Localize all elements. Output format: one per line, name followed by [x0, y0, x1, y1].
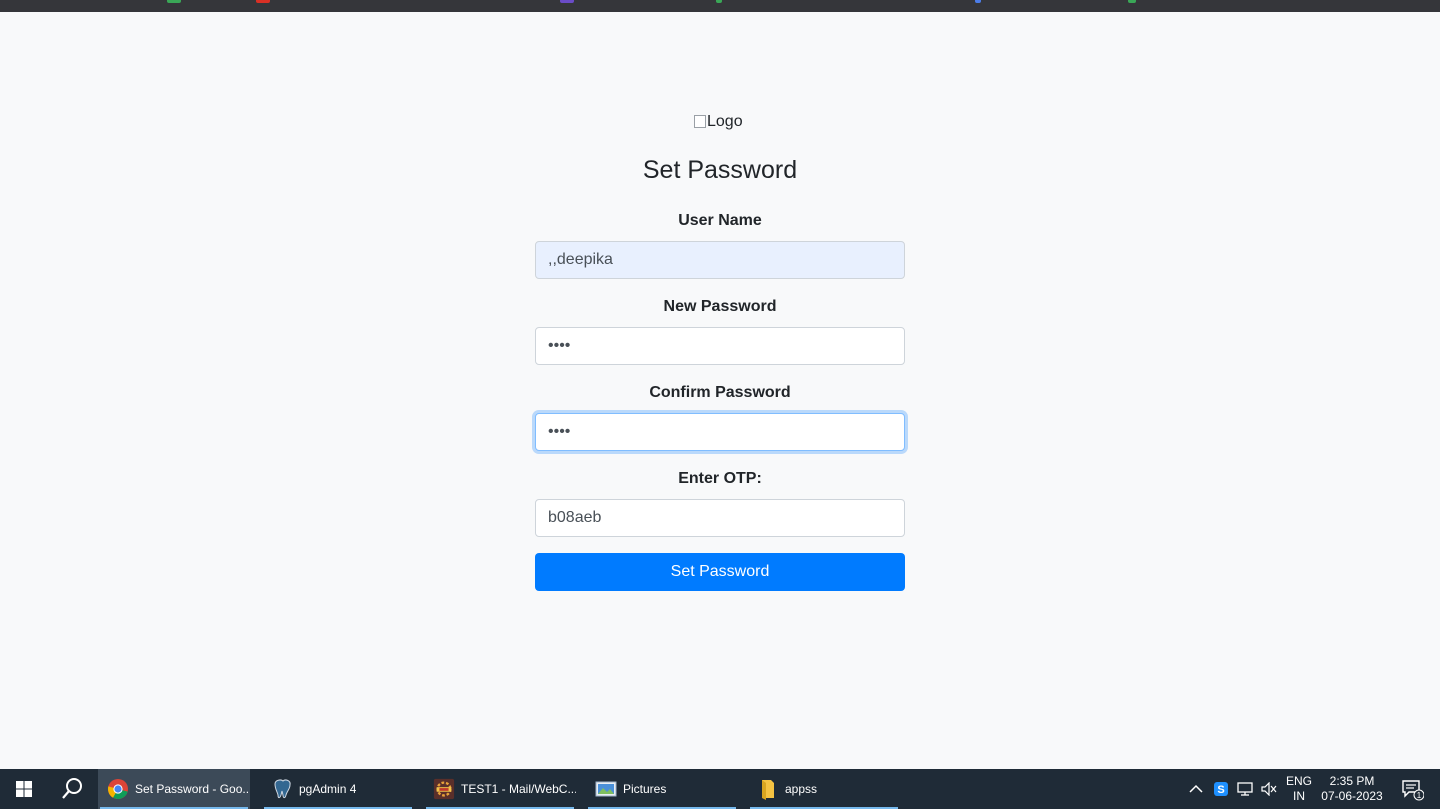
- tab-indicator-icon: [975, 0, 981, 3]
- volume-button[interactable]: [1258, 769, 1280, 809]
- confirm-password-input[interactable]: [535, 413, 905, 451]
- taskbar-app-label: pgAdmin 4: [299, 782, 357, 796]
- language-code: ENG: [1285, 774, 1312, 788]
- tab-indicator-icon: [716, 0, 722, 3]
- new-password-label: New Password: [663, 298, 777, 315]
- page-title: Set Password: [642, 156, 798, 184]
- clock-date: 07-06-2023: [1321, 789, 1383, 803]
- page-content: Logo Set Password User Name New Password…: [0, 12, 1440, 769]
- taskbar-app-label: TEST1 - Mail/WebC...: [461, 782, 576, 796]
- input-language-button[interactable]: ENG IN: [1282, 769, 1316, 809]
- show-hidden-icons-button[interactable]: [1184, 769, 1208, 809]
- logo-alt-text: Logo: [707, 113, 743, 130]
- notification-icon: 1: [1402, 780, 1424, 801]
- logo-image: Logo: [694, 113, 754, 137]
- pgadmin-icon: [271, 778, 293, 800]
- start-button[interactable]: [0, 769, 48, 809]
- clock-button[interactable]: 2:35 PM 07-06-2023: [1318, 769, 1386, 809]
- search-icon: [62, 778, 82, 799]
- tab-indicator-icon: [560, 0, 574, 3]
- set-password-button[interactable]: Set Password: [535, 553, 905, 591]
- new-password-input[interactable]: [535, 327, 905, 365]
- tab-indicator-icon: [1128, 0, 1136, 3]
- skype-icon: S: [1214, 782, 1228, 796]
- otp-label: Enter OTP:: [678, 470, 762, 487]
- username-label: User Name: [678, 212, 762, 229]
- action-center-button[interactable]: 1: [1392, 769, 1432, 809]
- notification-count: 1: [1417, 791, 1422, 800]
- skype-tray-button[interactable]: S: [1210, 769, 1232, 809]
- taskbar-app-label: Set Password - Goo...: [135, 782, 250, 796]
- otp-input[interactable]: [535, 499, 905, 537]
- confirm-password-label: Confirm Password: [649, 384, 791, 401]
- taskbar-app-ide[interactable]: TEST1 - Mail/WebC...: [424, 769, 576, 809]
- taskbar-app-folder[interactable]: appss: [748, 769, 900, 809]
- taskbar-app-label: appss: [785, 782, 818, 796]
- svg-text:S: S: [1217, 784, 1224, 796]
- windows-logo-icon: [16, 781, 32, 797]
- folder-icon: [757, 778, 779, 800]
- browser-top-strip: [0, 0, 1440, 12]
- tab-indicator-icon: [167, 0, 181, 3]
- taskbar-app-pictures[interactable]: Pictures: [586, 769, 738, 809]
- clock-time: 2:35 PM: [1329, 774, 1375, 788]
- chevron-up-icon: [1189, 784, 1203, 793]
- network-icon: [1237, 782, 1253, 796]
- volume-muted-icon: [1261, 782, 1277, 796]
- tab-indicator-icon: [256, 0, 270, 3]
- username-input[interactable]: [535, 241, 905, 279]
- chrome-icon: [107, 778, 129, 800]
- windows-taskbar: Set Password - Goo... pgAdmin 4 TEST1 - …: [0, 769, 1440, 809]
- network-button[interactable]: [1234, 769, 1256, 809]
- search-button[interactable]: [48, 769, 96, 809]
- ide-icon: [433, 778, 455, 800]
- region-code: IN: [1293, 789, 1305, 803]
- taskbar-app-label: Pictures: [623, 782, 667, 796]
- taskbar-app-chrome[interactable]: Set Password - Goo...: [98, 769, 250, 809]
- pictures-folder-icon: [595, 778, 617, 800]
- broken-image-icon: [694, 115, 706, 128]
- taskbar-app-pgadmin[interactable]: pgAdmin 4: [262, 769, 414, 809]
